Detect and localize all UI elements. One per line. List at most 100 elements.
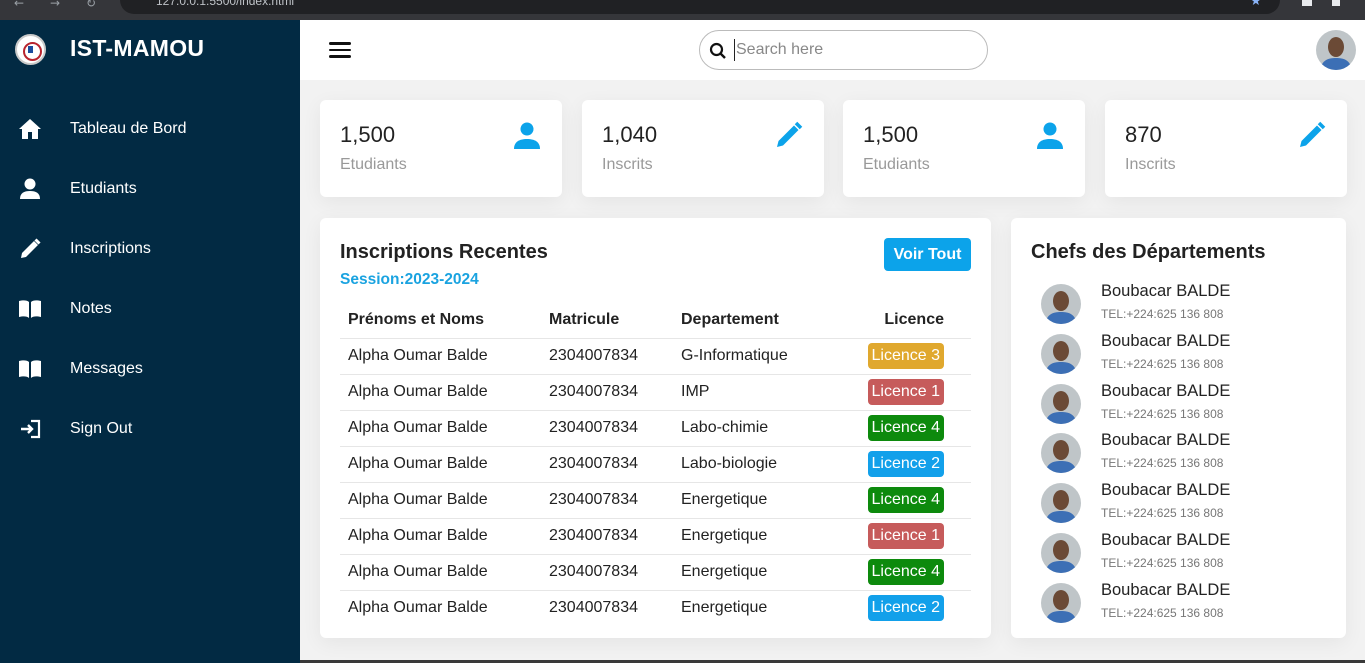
sidebar-item-label: Etudiants bbox=[70, 180, 137, 197]
person-icon bbox=[512, 120, 542, 150]
avatar bbox=[1041, 533, 1081, 573]
sign-out-icon bbox=[18, 417, 42, 441]
licence-badge: Licence 1 bbox=[867, 523, 944, 549]
stat-label: Inscrits bbox=[602, 156, 653, 173]
menu-toggle-icon[interactable] bbox=[329, 40, 351, 60]
person-icon bbox=[18, 177, 42, 201]
chef-phone: TEL:+224:625 136 808 bbox=[1101, 307, 1224, 321]
stat-number: 1,040 bbox=[602, 122, 658, 147]
session-label: Session:2023-2024 bbox=[340, 271, 479, 288]
chef-name: Boubacar BALDE bbox=[1101, 481, 1231, 500]
stat-card-etudiants[interactable]: 1,500 Etudiants bbox=[320, 100, 562, 197]
cell-departement: Labo-biologie bbox=[673, 445, 841, 482]
chef-item[interactable]: Boubacar BALDE TEL:+224:625 136 808 bbox=[1041, 431, 1331, 476]
avatar bbox=[1041, 433, 1081, 474]
chef-phone: TEL:+224:625 136 808 bbox=[1101, 605, 1224, 620]
cell-matricule: 2304007834 bbox=[541, 409, 673, 446]
cell-name: Alpha Oumar Balde bbox=[340, 553, 541, 590]
cell-licence: Licence 1 bbox=[841, 373, 971, 410]
pencil-icon bbox=[1297, 120, 1327, 150]
chef-item[interactable]: Boubacar BALDE TEL:+224:625 136 808 bbox=[1041, 332, 1331, 377]
column-header: Matricule bbox=[549, 310, 620, 328]
sidebar-item-sign-out[interactable]: Sign Out bbox=[0, 399, 300, 459]
cell-matricule: 2304007834 bbox=[541, 481, 673, 518]
cell-name: Alpha Oumar Balde bbox=[340, 445, 541, 482]
stat-label: Etudiants bbox=[340, 156, 407, 173]
chef-name: Boubacar BALDE bbox=[1101, 381, 1231, 400]
cell-name: Alpha Oumar Balde bbox=[340, 409, 541, 446]
stat-number: 870 bbox=[1125, 122, 1162, 147]
bookmark-star-icon[interactable]: ★ bbox=[1250, 0, 1262, 9]
cell-departement: IMP bbox=[673, 373, 841, 410]
chef-item[interactable]: Boubacar BALDE TEL:+224:625 136 808 bbox=[1041, 282, 1331, 327]
brand[interactable]: IST-MAMOU bbox=[0, 20, 300, 80]
column-header: Licence bbox=[884, 310, 944, 328]
avatar bbox=[1041, 582, 1081, 623]
cell-name: Alpha Oumar Balde bbox=[340, 517, 541, 554]
chef-name: Boubacar BALDE bbox=[1101, 580, 1231, 599]
stat-card-inscrits[interactable]: 1,040 Inscrits bbox=[582, 100, 824, 197]
cell-name: Alpha Oumar Balde bbox=[340, 373, 541, 410]
cell-matricule: 2304007834 bbox=[541, 337, 673, 374]
cell-departement: Energetique bbox=[673, 589, 841, 626]
search-input[interactable] bbox=[734, 39, 974, 61]
sidebar-menu: Tableau de Bord Etudiants Inscriptions N… bbox=[0, 99, 300, 459]
back-arrow-icon[interactable]: ← bbox=[14, 0, 24, 10]
table-row[interactable]: Alpha Oumar Balde 2304007834 IMP Licence 1 bbox=[340, 373, 971, 410]
sidebar-item-etudiants[interactable]: Etudiants bbox=[0, 159, 300, 219]
sidebar-item-messages[interactable]: Messages bbox=[0, 339, 300, 399]
search-box[interactable] bbox=[699, 30, 988, 70]
sidebar-item-inscriptions[interactable]: Inscriptions bbox=[0, 219, 300, 279]
cell-matricule: 2304007834 bbox=[541, 373, 673, 410]
table-row[interactable]: Alpha Oumar Balde 2304007834 Energetique Li… bbox=[340, 553, 971, 590]
cell-departement: Labo-chimie bbox=[673, 409, 841, 446]
avatar[interactable] bbox=[1316, 30, 1356, 70]
licence-badge: Licence 3 bbox=[867, 343, 944, 369]
reload-icon[interactable]: ↻ bbox=[86, 0, 96, 10]
licence-badge: Licence 4 bbox=[867, 415, 944, 441]
cell-licence: Licence 2 bbox=[841, 445, 971, 482]
table-row[interactable]: Alpha Oumar Balde 2304007834 Energetique Li… bbox=[340, 589, 971, 626]
cell-licence: Licence 4 bbox=[841, 553, 971, 590]
stat-card-etudiants[interactable]: 1,500 Etudiants bbox=[843, 100, 1085, 197]
table-row[interactable]: Alpha Oumar Balde 2304007834 Labo-chimie Li… bbox=[340, 409, 971, 446]
stat-label: Etudiants bbox=[863, 156, 930, 173]
licence-badge: Licence 2 bbox=[867, 451, 944, 477]
table-row[interactable]: Alpha Oumar Balde 2304007834 Labo-biologie… bbox=[340, 445, 971, 482]
cell-matricule: 2304007834 bbox=[541, 553, 673, 590]
cell-licence: Licence 1 bbox=[841, 517, 971, 554]
cell-licence: Licence 2 bbox=[841, 589, 971, 626]
browser-toolbar: ← → ↻ 127.0.0.1:5500/index.html ★ bbox=[0, 0, 1365, 20]
panel-title: Chefs des Départements bbox=[1031, 241, 1266, 263]
pencil-icon bbox=[18, 237, 42, 261]
chef-name: Boubacar BALDE bbox=[1101, 331, 1231, 350]
sidebar-item-notes[interactable]: Notes bbox=[0, 279, 300, 339]
sidebar-item-tableau-de-bord[interactable]: Tableau de Bord bbox=[0, 99, 300, 159]
licence-badge: Licence 4 bbox=[867, 559, 944, 585]
book-icon bbox=[18, 297, 42, 321]
table-row[interactable]: Alpha Oumar Balde 2304007834 Energetique Li… bbox=[340, 517, 971, 554]
cell-name: Alpha Oumar Balde bbox=[340, 481, 541, 518]
extension-icon[interactable] bbox=[1302, 0, 1312, 6]
avatar bbox=[1041, 483, 1081, 524]
chef-item[interactable]: Boubacar BALDE TEL:+224:625 136 808 bbox=[1041, 382, 1331, 427]
stat-card-inscrits[interactable]: 870 Inscrits bbox=[1105, 100, 1347, 197]
stat-number: 1,500 bbox=[863, 122, 919, 147]
chef-item[interactable]: Boubacar BALDE TEL:+224:625 136 808 bbox=[1041, 531, 1331, 576]
chef-name: Boubacar BALDE bbox=[1101, 531, 1231, 549]
brand-title: IST-MAMOU bbox=[70, 35, 205, 61]
chef-item[interactable]: Boubacar BALDE TEL:+224:625 136 808 bbox=[1041, 581, 1331, 626]
chef-phone: TEL:+224:625 136 808 bbox=[1101, 406, 1224, 421]
table-row[interactable]: Alpha Oumar Balde 2304007834 Energetique Li… bbox=[340, 481, 971, 518]
chef-name: Boubacar BALDE bbox=[1101, 282, 1231, 300]
chef-name: Boubacar BALDE bbox=[1101, 431, 1231, 450]
table-row[interactable]: Alpha Oumar Balde 2304007834 G-Informatiqu… bbox=[340, 337, 971, 374]
cell-licence: Licence 3 bbox=[841, 337, 971, 374]
forward-arrow-icon[interactable]: → bbox=[50, 0, 60, 10]
chef-item[interactable]: Boubacar BALDE TEL:+224:625 136 808 bbox=[1041, 481, 1331, 526]
address-url[interactable]: 127.0.0.1:5500/index.html bbox=[156, 0, 294, 8]
sidebar-item-label: Sign Out bbox=[70, 420, 133, 437]
profile-icon[interactable] bbox=[1332, 0, 1340, 6]
voir-tout-button[interactable]: Voir Tout bbox=[884, 238, 971, 271]
pencil-icon bbox=[774, 120, 804, 150]
